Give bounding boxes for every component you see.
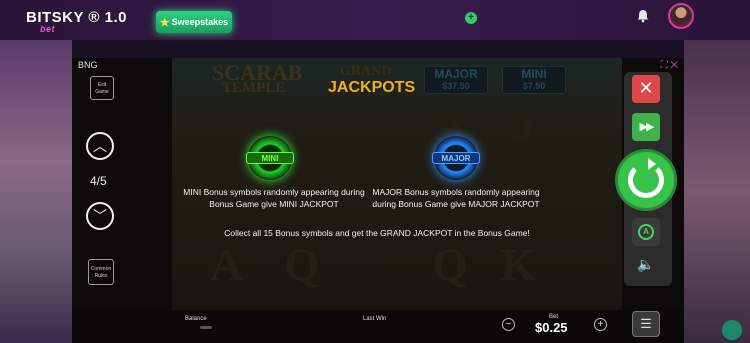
close-paytable-button[interactable]: ✕ — [632, 75, 660, 103]
mini-coin-label: MINI — [246, 152, 294, 164]
sweepstakes-button[interactable]: ★ Sweepstakes — [156, 11, 232, 33]
user-avatar[interactable] — [668, 3, 694, 29]
reel-symbol-j: J — [512, 99, 535, 150]
decrease-bet-button[interactable]: − — [502, 318, 515, 331]
jackpots-title: JACKPOTS — [328, 79, 416, 96]
sound-icon[interactable]: 🔈 — [634, 256, 658, 276]
star-icon: ★ — [159, 16, 170, 29]
major-jackpot-description: MAJOR Bonus symbols randomly appearing d… — [372, 187, 540, 209]
spin-arrow-icon — [628, 162, 664, 198]
autoplay-button[interactable]: A — [632, 218, 660, 246]
autoplay-icon: A — [638, 224, 654, 240]
last-win-label: Last Win — [363, 316, 387, 322]
provider-label: BNG — [78, 60, 98, 70]
balance-value — [200, 326, 212, 329]
exit-game-button[interactable]: Exit Game — [90, 76, 114, 100]
lobby-background-left — [0, 40, 72, 343]
chat-support-icon[interactable] — [722, 320, 742, 340]
major-jackpot-bg: MAJOR $37.50 — [424, 66, 488, 94]
top-navigation-bar: BITSKY ® 1.0 bet ★ Sweepstakes + — [0, 0, 750, 40]
common-rules-button[interactable]: Common Rules — [88, 259, 114, 285]
game-bottom-bar — [72, 310, 684, 343]
bitsky-logo[interactable]: BITSKY ® 1.0 bet — [26, 9, 127, 34]
sweepstakes-label: Sweepstakes — [171, 17, 229, 27]
game-title-bg-2: TEMPLE — [222, 80, 286, 96]
chevron-up-icon[interactable]: ︿ — [86, 132, 114, 160]
grand-jackpot-description: Collect all 15 Bonus symbols and get the… — [224, 228, 530, 238]
increase-bet-button[interactable]: + — [594, 318, 607, 331]
major-jackpot-coin: MAJOR — [432, 136, 480, 180]
coins-stack-icon[interactable]: ☰ — [632, 311, 660, 337]
mini-jackpot-description: MINI Bonus symbols randomly appearing du… — [183, 187, 365, 209]
fast-forward-icon[interactable]: ▶▶ — [632, 113, 660, 141]
game-window: SCARAB TEMPLE GRAND MAJOR $37.50 MINI $7… — [72, 58, 684, 343]
page-indicator: 4/5 — [90, 174, 107, 188]
plus-circle-icon[interactable]: + — [465, 12, 477, 24]
major-coin-label: MAJOR — [432, 152, 480, 164]
mini-jackpot-coin: MINI — [246, 136, 294, 180]
reel-symbol-a2: A — [210, 239, 244, 290]
balance-label: Balance — [185, 316, 207, 322]
bell-icon[interactable] — [636, 9, 650, 23]
lobby-background-right — [684, 40, 750, 343]
grand-jackpot-bg: GRAND — [340, 64, 392, 79]
version-label: ® 1.0 — [88, 9, 127, 26]
spin-button[interactable] — [618, 152, 674, 208]
reel-symbol-q: Q — [284, 239, 320, 290]
reel-symbol-q2: Q — [432, 239, 468, 290]
brand-sub: bet — [40, 24, 55, 34]
bet-value: $0.25 — [535, 320, 568, 335]
chevron-down-icon[interactable]: ﹀ — [86, 202, 114, 230]
reel-symbol-k: K — [500, 239, 536, 290]
fullscreen-close-icon[interactable]: ⛶ ✕ — [661, 60, 678, 71]
mini-jackpot-bg: MINI $7.50 — [502, 66, 566, 94]
